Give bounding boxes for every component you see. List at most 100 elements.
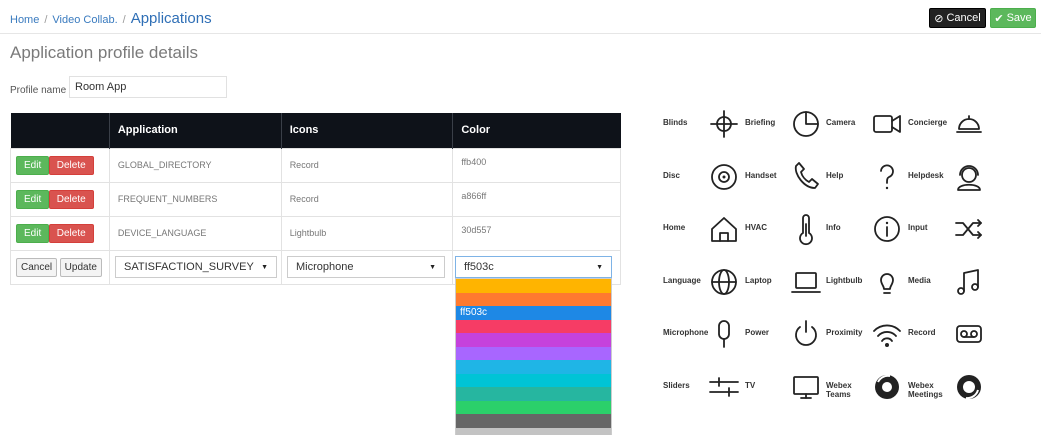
camera-icon: [873, 115, 901, 133]
proximity-icon: [873, 324, 901, 347]
icon-option-helpdesk[interactable]: Helpdesk: [908, 158, 1008, 198]
color-option[interactable]: [456, 292, 611, 306]
laptop-icon: [791, 272, 821, 293]
icon-option-label: Blinds: [663, 118, 688, 127]
actions-column-header: [10, 113, 110, 148]
color-select-value: ff503c: [464, 261, 494, 273]
application-cell: DEVICE_LANGUAGE: [108, 215, 282, 251]
application-select[interactable]: SATISFACTION_SURVEY ▼: [115, 256, 277, 278]
concierge-icon: [956, 115, 982, 133]
icon-cell: Record: [280, 181, 454, 217]
icon-option-label: Record: [908, 328, 936, 337]
dropdown-arrow-icon: ▼: [596, 263, 603, 271]
color-cell: ffb400: [452, 147, 621, 183]
briefing-icon: [793, 111, 819, 137]
lightbulb-icon: [880, 273, 894, 294]
help-icon: [880, 164, 894, 190]
hvac-icon: [799, 214, 813, 246]
record-icon: [956, 325, 982, 343]
icon-option-concierge[interactable]: Concierge: [908, 105, 1008, 145]
icon-option-label: Media: [908, 276, 931, 285]
profile-name-label: Profile name: [10, 85, 67, 96]
row-actions: Edit Delete: [10, 215, 110, 251]
icon-option-label: Laptop: [745, 276, 772, 285]
icon-option-label: TV: [745, 381, 756, 390]
icon-option-label: Disc: [663, 171, 680, 180]
delete-button[interactable]: Delete: [48, 189, 94, 209]
edit-button[interactable]: Edit: [16, 223, 50, 243]
table-row: Edit Delete GLOBAL_DIRECTORY Record ffb4…: [10, 147, 621, 183]
cancel-button-label: Cancel: [946, 12, 981, 24]
edit-button[interactable]: Edit: [16, 155, 50, 175]
icons-column-header: Icons: [281, 113, 454, 148]
cancel-circle-icon: ⊘: [934, 12, 944, 25]
breadcrumb-separator: /: [44, 14, 48, 26]
handset-icon: [794, 162, 819, 189]
color-option[interactable]: [456, 373, 611, 387]
power-icon: [795, 320, 817, 346]
table-row: Edit Delete DEVICE_LANGUAGE Lightbulb 30…: [10, 215, 621, 251]
breadcrumb: Home / Video Collab. / Applications: [10, 10, 212, 27]
color-option[interactable]: [456, 414, 611, 428]
icon-option-label: Home: [663, 223, 686, 232]
breadcrumb-home-link[interactable]: Home: [10, 14, 39, 26]
breadcrumb-separator: /: [122, 14, 126, 26]
color-option[interactable]: [456, 279, 611, 293]
icon-option-label: Helpdesk: [908, 171, 944, 180]
icon-option-media[interactable]: Media: [908, 263, 1008, 303]
color-option[interactable]: [456, 360, 611, 374]
microphone-icon: [718, 320, 730, 348]
dropdown-arrow-icon: ▼: [261, 263, 268, 271]
color-option[interactable]: [456, 387, 611, 401]
update-button[interactable]: Update: [59, 257, 102, 277]
icon-option-label: Info: [826, 223, 841, 232]
color-cell: a866ff: [452, 181, 621, 217]
input-icon: [955, 219, 982, 239]
profile-name-input[interactable]: [69, 76, 227, 98]
color-option[interactable]: [456, 346, 611, 360]
icon-option-label: Proximity: [826, 328, 863, 337]
icon-option-label: Language: [663, 276, 701, 285]
color-dropdown-list: ff503c: [455, 278, 612, 435]
color-option-label: ff503c: [460, 307, 488, 318]
table-header-row: Application Icons Color: [10, 113, 621, 148]
row-actions: Cancel Update: [10, 249, 110, 285]
color-option[interactable]: [456, 400, 611, 414]
disc-icon: [711, 164, 737, 190]
icon-select-value: Microphone: [296, 261, 354, 273]
icon-option-webex-meetings[interactable]: Webex Meetings: [908, 368, 1008, 408]
icon-select[interactable]: Microphone ▼: [287, 256, 445, 278]
page-title: Application profile details: [10, 43, 199, 62]
icon-option-label: Concierge: [908, 118, 948, 127]
save-button-label: Save: [1006, 12, 1032, 24]
color-option[interactable]: ff503c: [456, 306, 611, 320]
icon-option-label: Sliders: [663, 381, 690, 390]
row-cancel-button[interactable]: Cancel: [16, 257, 58, 277]
row-actions: Edit Delete: [10, 181, 110, 217]
icon-option-label: HVAC: [745, 223, 768, 232]
icon-option-record[interactable]: Record: [908, 315, 1008, 355]
sliders-icon: [709, 377, 739, 397]
icon-option-label: Camera: [826, 118, 856, 127]
edit-button[interactable]: Edit: [16, 189, 50, 209]
table-row: Edit Delete FREQUENT_NUMBERS Record a866…: [10, 181, 621, 217]
icon-option-label: Input: [908, 223, 928, 232]
delete-button[interactable]: Delete: [48, 223, 94, 243]
icon-option-input[interactable]: Input: [908, 210, 1008, 250]
color-cell: 30d557: [452, 215, 621, 251]
save-button[interactable]: ✔ Save: [990, 8, 1036, 28]
cancel-button[interactable]: ⊘ Cancel: [929, 8, 986, 28]
color-option[interactable]: [456, 319, 611, 333]
delete-button[interactable]: Delete: [48, 155, 94, 175]
icon-option-label: Microphone: [663, 328, 709, 337]
icon-cell: Lightbulb: [280, 215, 454, 251]
header-divider: [0, 33, 1041, 34]
breadcrumb-video-link[interactable]: Video Collab.: [52, 14, 117, 26]
application-select-value: SATISFACTION_SURVEY: [124, 261, 254, 273]
home-icon: [711, 217, 737, 242]
icon-option-label: Briefing: [745, 118, 776, 127]
color-option[interactable]: [456, 427, 611, 435]
color-option[interactable]: [456, 333, 611, 347]
blinds-icon: [710, 110, 738, 138]
color-select[interactable]: ff503c ▼: [455, 256, 612, 278]
